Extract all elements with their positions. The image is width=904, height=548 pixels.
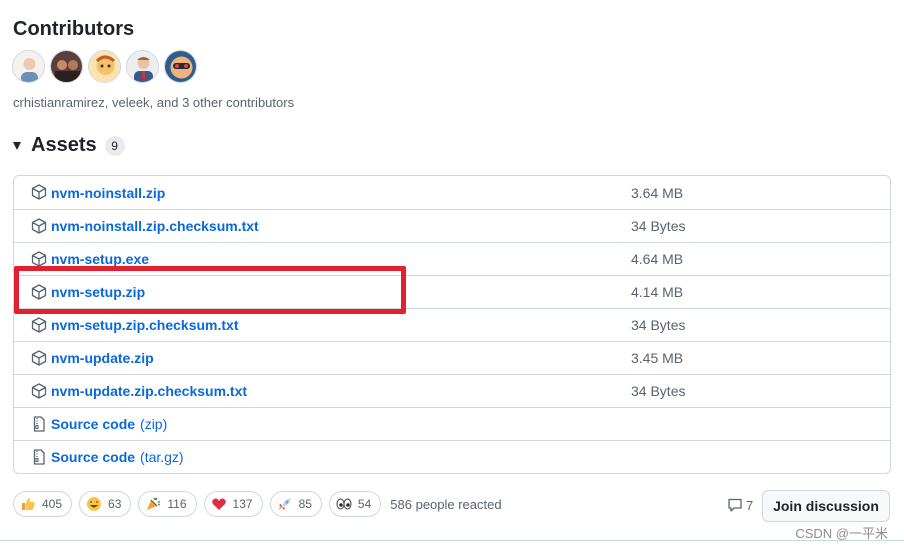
reaction-laugh[interactable]: 63 (79, 491, 132, 517)
avatar[interactable] (164, 50, 197, 83)
assets-count-badge: 9 (104, 135, 125, 156)
avatar[interactable] (50, 50, 83, 83)
asset-link[interactable]: nvm-setup.zip (51, 284, 145, 300)
reactions-summary: 586 people reacted (390, 496, 502, 512)
reactions-bar: 405 63 116 137 85 54 586 people reacted (13, 491, 502, 517)
avatar[interactable] (12, 50, 45, 83)
asset-size: 4.64 MB (631, 251, 684, 267)
asset-size: 34 Bytes (631, 317, 686, 333)
contributors-summary: crhistianramirez, veleek, and 3 other co… (13, 95, 295, 110)
asset-link-label: Source code (51, 416, 136, 432)
reaction-count: 54 (357, 497, 372, 511)
comments-count[interactable]: 7 (727, 497, 753, 513)
reaction-count: 405 (42, 497, 63, 511)
caret-down-icon (13, 141, 21, 150)
asset-size: 34 Bytes (631, 218, 686, 234)
assets-list: nvm-noinstall.zip 3.64 MB nvm-noinstall.… (13, 175, 891, 474)
asset-link-suffix: (zip) (140, 416, 168, 432)
reaction-count: 85 (298, 497, 312, 511)
avatar[interactable] (126, 50, 159, 83)
asset-row: nvm-setup.zip 4.14 MB (14, 275, 890, 308)
contributor-avatars (12, 50, 197, 83)
reaction-eyes[interactable]: 54 (328, 491, 382, 517)
asset-row: nvm-setup.exe 4.64 MB (14, 242, 890, 275)
package-icon (31, 317, 47, 333)
asset-link-label: Source code (51, 449, 136, 465)
asset-row: Source code (tar.gz) (14, 440, 890, 473)
asset-row: nvm-update.zip 3.45 MB (14, 341, 890, 374)
package-icon (31, 251, 47, 267)
asset-size: 3.64 MB (631, 184, 684, 201)
asset-size: 4.14 MB (631, 284, 684, 300)
asset-link[interactable]: nvm-setup.zip.checksum.txt (51, 317, 239, 333)
package-icon (31, 383, 47, 399)
divider (0, 540, 904, 541)
thumbs-up-icon (22, 497, 35, 510)
reaction-count: 137 (232, 497, 253, 511)
asset-link[interactable]: nvm-update.zip.checksum.txt (51, 383, 247, 399)
asset-link[interactable]: nvm-noinstall.zip.checksum.txt (51, 218, 259, 234)
reaction-count: 63 (108, 497, 122, 511)
package-icon (31, 284, 47, 300)
assets-toggle[interactable]: Assets 9 (13, 134, 125, 157)
package-icon (31, 350, 47, 366)
package-icon (31, 218, 47, 234)
asset-link[interactable]: nvm-update.zip (51, 350, 154, 366)
release-page: Contributors crhistianramirez, veleek, a… (0, 0, 904, 548)
asset-row: Source code (zip) (14, 407, 890, 440)
rocket-icon (278, 498, 291, 510)
asset-link-suffix: (tar.gz) (140, 449, 184, 465)
file-zip-icon (33, 416, 45, 432)
asset-row: nvm-noinstall.zip.checksum.txt 34 Bytes (14, 209, 890, 242)
reaction-hooray[interactable]: 116 (138, 491, 197, 517)
reaction-rocket[interactable]: 85 (269, 491, 322, 517)
eyes-icon (336, 498, 352, 510)
contributors-title: Contributors (13, 18, 135, 40)
reaction-count: 116 (167, 497, 187, 511)
laugh-icon (87, 497, 102, 511)
assets-title: Assets (31, 134, 97, 156)
heart-icon (211, 498, 226, 510)
tada-icon (147, 497, 161, 510)
asset-row: nvm-noinstall.zip 3.64 MB (14, 176, 890, 209)
asset-link[interactable]: nvm-noinstall.zip (51, 185, 165, 201)
reaction-thumbs-up[interactable]: 405 (13, 491, 73, 517)
source-code-zip-link[interactable]: Source code (zip) (51, 416, 167, 432)
asset-link[interactable]: nvm-setup.exe (51, 251, 149, 267)
asset-size: 3.45 MB (631, 350, 684, 366)
comment-icon (728, 498, 742, 512)
avatar[interactable] (88, 50, 121, 83)
package-icon (31, 184, 47, 200)
source-code-targz-link[interactable]: Source code (tar.gz) (51, 449, 184, 465)
asset-row: nvm-setup.zip.checksum.txt 34 Bytes (14, 308, 890, 341)
join-discussion-button[interactable]: Join discussion (762, 490, 890, 522)
asset-size: 34 Bytes (631, 383, 686, 399)
asset-row: nvm-update.zip.checksum.txt 34 Bytes (14, 374, 890, 407)
file-zip-icon (33, 449, 45, 465)
reaction-heart[interactable]: 137 (203, 491, 263, 517)
comments-count-value: 7 (746, 497, 754, 513)
